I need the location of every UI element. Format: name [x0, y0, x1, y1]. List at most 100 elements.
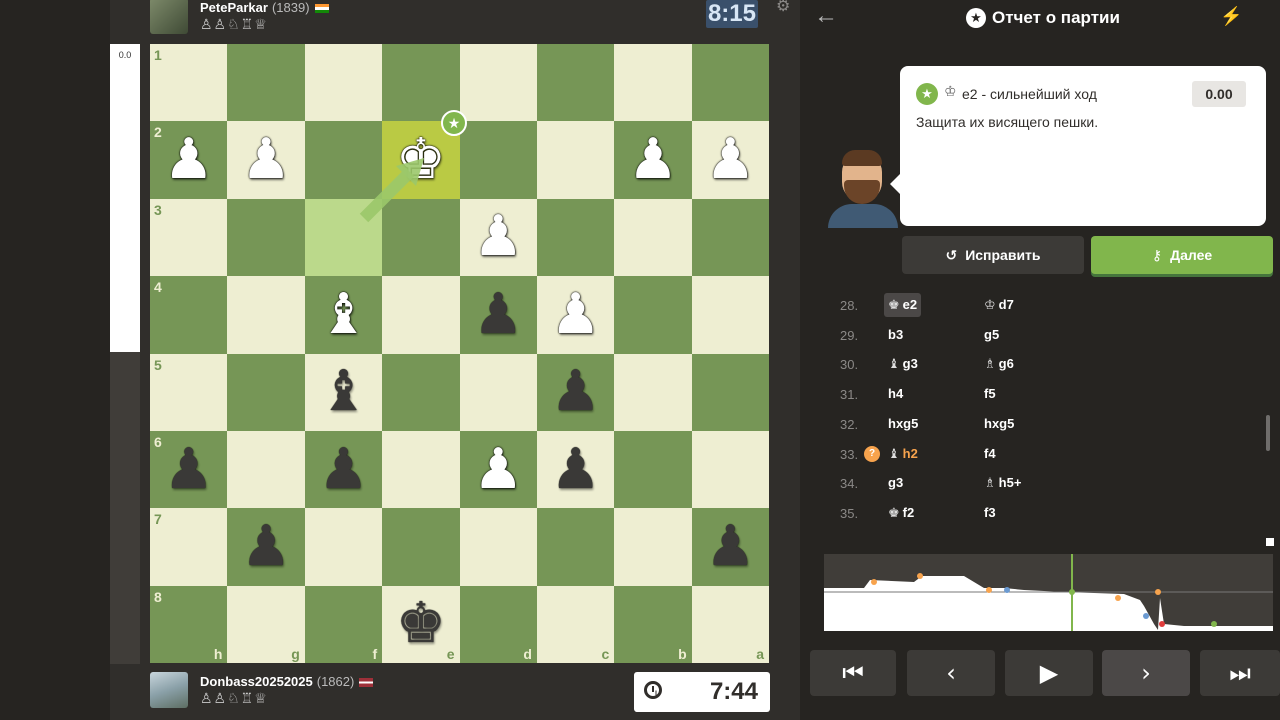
- black-piece[interactable]: ♟: [305, 431, 382, 508]
- board-square[interactable]: ♟: [304, 430, 383, 509]
- board-square[interactable]: [614, 430, 692, 509]
- board-square[interactable]: [691, 276, 769, 354]
- black-piece[interactable]: ♟: [537, 354, 614, 431]
- white-move[interactable]: g3: [884, 471, 907, 495]
- white-piece[interactable]: ♟: [460, 431, 537, 508]
- white-move[interactable]: ♝ h2: [884, 442, 922, 466]
- board-square[interactable]: [536, 198, 615, 277]
- white-piece[interactable]: ♝: [305, 276, 382, 353]
- black-move[interactable]: ♗ g6: [984, 352, 1014, 376]
- board-square[interactable]: 8h: [150, 585, 228, 663]
- board-square[interactable]: 4: [150, 276, 228, 354]
- board-square[interactable]: 5: [150, 353, 228, 431]
- board-square[interactable]: 2 ♟: [150, 121, 228, 199]
- white-piece[interactable]: ♟: [614, 121, 691, 198]
- black-move[interactable]: f3: [984, 501, 996, 525]
- white-move[interactable]: h4: [884, 382, 907, 406]
- bottom-player-name[interactable]: Donbass20252025: [200, 674, 313, 689]
- board-square[interactable]: [304, 508, 383, 586]
- next-move-button[interactable]: ›: [1102, 650, 1190, 696]
- black-move[interactable]: f5: [984, 382, 996, 406]
- board-square[interactable]: [614, 44, 692, 122]
- board-square[interactable]: ♟: [459, 430, 537, 509]
- board-square[interactable]: ♟: [691, 508, 769, 586]
- board-square[interactable]: [227, 198, 305, 277]
- board-square[interactable]: [536, 121, 615, 199]
- black-piece[interactable]: ♟: [227, 508, 304, 585]
- board-square[interactable]: [536, 44, 615, 122]
- black-piece[interactable]: ♟: [537, 431, 614, 508]
- white-piece[interactable]: ♟: [227, 121, 304, 198]
- bottom-player-avatar[interactable]: [150, 672, 188, 708]
- board-square[interactable]: [304, 44, 383, 122]
- board-square[interactable]: [459, 44, 537, 122]
- sound-off-icon[interactable]: ⚡: [1220, 6, 1242, 27]
- board-square[interactable]: d: [459, 585, 537, 663]
- board-square[interactable]: 3: [150, 198, 228, 277]
- board-square[interactable]: a: [691, 585, 769, 663]
- board-square[interactable]: [691, 44, 769, 122]
- board-square[interactable]: [536, 508, 615, 586]
- board-square[interactable]: ♝: [304, 353, 383, 431]
- board-square[interactable]: 7: [150, 508, 228, 586]
- board-square[interactable]: [614, 508, 692, 586]
- board-square[interactable]: 1: [150, 44, 228, 122]
- white-piece[interactable]: ♟: [692, 121, 769, 198]
- black-move[interactable]: f4: [984, 442, 996, 466]
- white-move[interactable]: ♚ e2: [884, 293, 922, 317]
- next-button[interactable]: ⚷ Далее: [1091, 236, 1273, 274]
- board-square[interactable]: ♟: [536, 353, 615, 431]
- board-square[interactable]: [227, 353, 305, 431]
- gear-icon[interactable]: ⚙: [776, 0, 790, 16]
- board-square[interactable]: g: [227, 585, 305, 663]
- board-square[interactable]: [614, 276, 692, 354]
- board-square[interactable]: b: [614, 585, 692, 663]
- retry-button[interactable]: ↺ Исправить: [902, 236, 1084, 274]
- board-square[interactable]: [382, 508, 460, 586]
- evaluation-graph[interactable]: [824, 554, 1273, 631]
- black-move[interactable]: g5: [984, 323, 999, 347]
- board-square[interactable]: ♟: [691, 121, 769, 199]
- board-square[interactable]: [227, 44, 305, 122]
- black-move[interactable]: ♗ h5+: [984, 471, 1021, 495]
- board-square[interactable]: ♟: [459, 198, 537, 277]
- white-piece[interactable]: ♟: [460, 199, 537, 276]
- board-square[interactable]: [691, 198, 769, 277]
- board-square[interactable]: f: [304, 585, 383, 663]
- white-move[interactable]: hxg5: [884, 412, 922, 436]
- previous-move-button[interactable]: ‹: [907, 650, 995, 696]
- board-square[interactable]: [459, 508, 537, 586]
- board-square[interactable]: ♝: [304, 276, 383, 354]
- black-piece[interactable]: ♟: [150, 431, 227, 508]
- last-move-button[interactable]: ⏭: [1200, 650, 1280, 696]
- board-square[interactable]: ♟: [536, 430, 615, 509]
- move-list-scrollbar[interactable]: [1266, 415, 1270, 451]
- play-button[interactable]: ▶: [1005, 650, 1093, 696]
- board-square[interactable]: e ♚: [382, 585, 460, 663]
- white-piece[interactable]: ♟: [537, 276, 614, 353]
- back-arrow-icon[interactable]: ←: [814, 2, 838, 30]
- white-move[interactable]: b3: [884, 323, 907, 347]
- top-player-name[interactable]: PeteParkar: [200, 0, 268, 15]
- black-piece[interactable]: ♟: [460, 276, 537, 353]
- first-move-button[interactable]: ⏮: [810, 650, 896, 696]
- black-piece[interactable]: ♝: [305, 354, 382, 431]
- board-square[interactable]: ♟: [227, 121, 305, 199]
- top-player-avatar[interactable]: [150, 0, 188, 34]
- chess-board[interactable]: 12♟♟♚♟♟3♟4♝♟♟5♝♟6♟♟♟♟7♟♟8hgfe♚dcba: [150, 44, 769, 663]
- board-square[interactable]: ♟: [614, 121, 692, 199]
- board-square[interactable]: c: [536, 585, 615, 663]
- board-square[interactable]: ♟: [227, 508, 305, 586]
- move-list[interactable]: 28. ♚ e2 ♔ d7 29. b3 g5 30. ♝ g3 ♗ g6 31. h4 f5 32. hxg5 h…: [826, 290, 1266, 536]
- black-piece[interactable]: ♟: [692, 508, 769, 585]
- white-move[interactable]: ♚ f2: [884, 501, 918, 525]
- board-square[interactable]: [382, 353, 460, 431]
- board-square[interactable]: [382, 44, 460, 122]
- black-piece[interactable]: ♚: [382, 586, 459, 663]
- board-square[interactable]: [227, 276, 305, 354]
- board-square[interactable]: [691, 430, 769, 509]
- white-move[interactable]: ♝ g3: [884, 352, 922, 376]
- board-square[interactable]: 6 ♟: [150, 430, 228, 509]
- board-square[interactable]: [691, 353, 769, 431]
- black-move[interactable]: ♔ d7: [984, 293, 1014, 317]
